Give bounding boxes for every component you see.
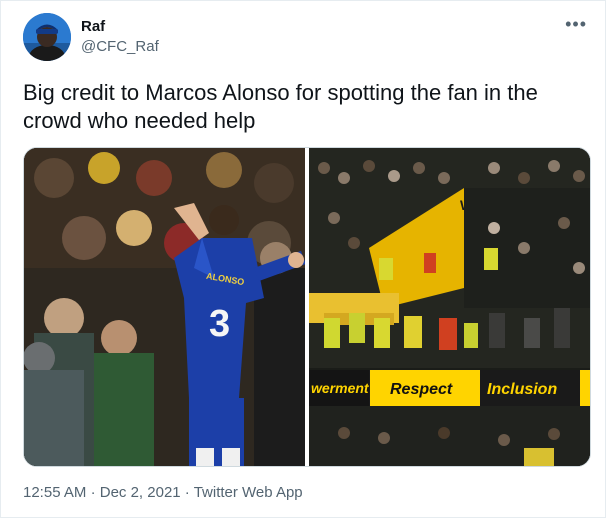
- board-respect-text: Respect: [390, 381, 453, 398]
- board-inclusion-text: Inclusion: [487, 381, 557, 398]
- tweet-source[interactable]: Twitter Web App: [194, 484, 303, 501]
- tweet-card: Raf @CFC_Raf ••• Big credit to Marcos Al…: [0, 0, 606, 518]
- author-block: Raf @CFC_Raf: [81, 17, 159, 57]
- more-options-icon[interactable]: •••: [565, 15, 587, 33]
- board-partial-text: werment: [311, 380, 370, 396]
- tweet-media[interactable]: ALONSO 3 W: [23, 147, 591, 467]
- tweet-date[interactable]: Dec 2, 2021: [100, 484, 181, 501]
- tweet-time[interactable]: 12:55 AM: [23, 484, 86, 501]
- profile-avatar-icon: [23, 13, 71, 61]
- tweet-meta: 12:55 AM · Dec 2, 2021 · Twitter Web App: [23, 484, 303, 502]
- user-handle[interactable]: @CFC_Raf: [81, 37, 159, 57]
- avatar[interactable]: [23, 13, 71, 61]
- jersey-number: 3: [209, 303, 230, 345]
- meta-separator: ·: [90, 484, 96, 501]
- tweet-text: Big credit to Marcos Alonso for spotting…: [23, 80, 538, 133]
- display-name[interactable]: Raf: [81, 17, 159, 36]
- right-photo[interactable]: W: [309, 148, 590, 466]
- media-photos: ALONSO 3 W: [24, 148, 590, 466]
- left-photo[interactable]: ALONSO 3: [24, 148, 306, 466]
- meta-separator: ·: [184, 484, 190, 501]
